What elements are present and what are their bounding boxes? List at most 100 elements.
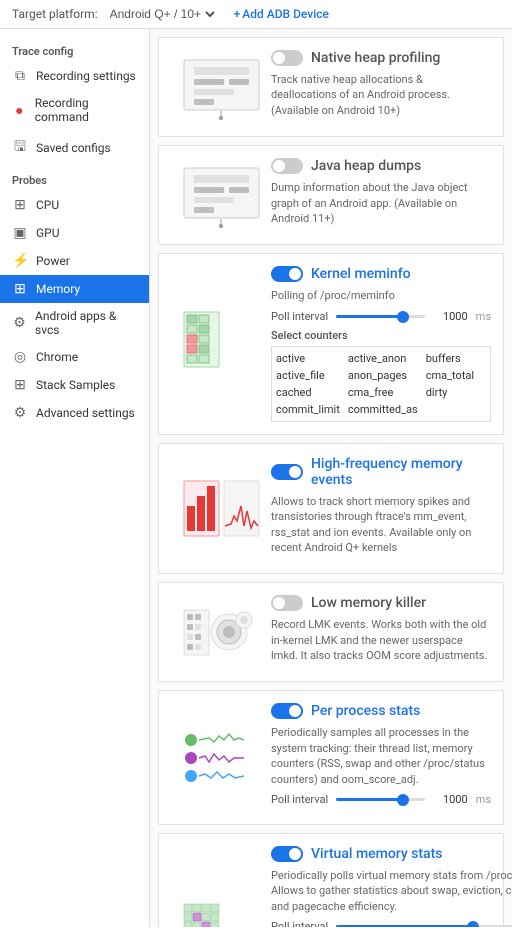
lmk-title[interactable]: Low memory killer bbox=[311, 595, 426, 611]
kernel-meminfo-desc: Polling of /proc/meminfo bbox=[271, 288, 491, 303]
vms-details: Virtual memory stats Periodically polls … bbox=[271, 846, 512, 927]
power-icon: ⚡ bbox=[12, 253, 28, 269]
kernel-poll-unit: ms bbox=[476, 310, 491, 323]
pps-poll-unit: ms bbox=[476, 793, 491, 806]
counter-dirty: dirty bbox=[426, 385, 486, 400]
kernel-counters-grid[interactable]: active active_anon buffers active_file a… bbox=[271, 346, 491, 422]
kernel-counters-label: Select counters bbox=[271, 329, 491, 342]
counter-active-anon: active_anon bbox=[348, 351, 418, 366]
chrome-icon: ◎ bbox=[12, 349, 28, 365]
main-content: Native heap profiling Track native heap … bbox=[150, 29, 512, 927]
java-heap-desc: Dump information about the Java object g… bbox=[271, 180, 491, 226]
lmk-desc: Record LMK events. Works both with the o… bbox=[271, 617, 491, 663]
kernel-meminfo-image bbox=[171, 266, 271, 421]
sidebar-item-advanced-settings[interactable]: ⚙ Advanced settings bbox=[0, 399, 149, 427]
java-heap-details: Java heap dumps Dump information about t… bbox=[271, 158, 491, 232]
sidebar-label: Recording settings bbox=[36, 69, 136, 83]
high-freq-image bbox=[171, 456, 271, 562]
vms-poll-interval: Poll interval 1000 ms bbox=[271, 920, 512, 927]
native-heap-card: Native heap profiling Track native heap … bbox=[158, 37, 504, 137]
high-freq-title[interactable]: High-frequency memory events bbox=[311, 456, 491, 488]
vms-poll-label: Poll interval bbox=[271, 920, 328, 927]
sidebar-item-android-apps[interactable]: ⚙ Android apps & svcs bbox=[0, 303, 149, 343]
pps-toggle[interactable] bbox=[271, 703, 303, 719]
lmk-image bbox=[171, 595, 271, 669]
java-heap-image bbox=[171, 158, 271, 232]
native-heap-details: Native heap profiling Track native heap … bbox=[271, 50, 491, 124]
sidebar-item-gpu[interactable]: ▣ GPU bbox=[0, 219, 149, 247]
counter-commit-limit: commit_limit bbox=[276, 402, 340, 417]
counter-committed-as: committed_as bbox=[348, 402, 418, 417]
pps-poll-label: Poll interval bbox=[271, 793, 328, 806]
java-heap-toggle[interactable] bbox=[271, 158, 303, 174]
gpu-icon: ▣ bbox=[12, 225, 28, 241]
advanced-icon: ⚙ bbox=[12, 405, 28, 421]
sidebar-item-chrome[interactable]: ◎ Chrome bbox=[0, 343, 149, 371]
cpu-icon: ⊞ bbox=[12, 197, 28, 213]
sidebar-label: Power bbox=[36, 254, 70, 268]
java-heap-title[interactable]: Java heap dumps bbox=[311, 158, 421, 174]
vms-desc: Periodically polls virtual memory stats … bbox=[271, 868, 512, 914]
sidebar-item-saved-configs[interactable]: 🖫 Saved configs bbox=[0, 130, 149, 166]
kernel-poll-value: 1000 bbox=[433, 310, 468, 323]
kernel-meminfo-title[interactable]: Kernel meminfo bbox=[311, 266, 411, 282]
sidebar-label: Saved configs bbox=[36, 141, 111, 155]
kernel-meminfo-details: Kernel meminfo Polling of /proc/meminfo … bbox=[271, 266, 491, 421]
pps-details: Per process stats Periodically samples a… bbox=[271, 703, 491, 812]
sidebar-item-recording-command[interactable]: ● Recording command bbox=[0, 90, 149, 130]
sidebar-item-recording-settings[interactable]: ⧉ Recording settings bbox=[0, 62, 149, 90]
counter-cma-total: cma_total bbox=[426, 368, 486, 383]
sidebar-label: Stack Samples bbox=[36, 378, 115, 392]
target-label: Target platform: bbox=[12, 7, 98, 21]
counter-buffers: buffers bbox=[426, 351, 486, 366]
kernel-counters: Select counters active active_anon buffe… bbox=[271, 329, 491, 422]
save-icon: 🖫 bbox=[12, 136, 28, 160]
vms-title[interactable]: Virtual memory stats bbox=[311, 846, 442, 862]
high-freq-toggle[interactable] bbox=[271, 464, 303, 480]
native-heap-image bbox=[171, 50, 271, 124]
counter-active: active bbox=[276, 351, 340, 366]
kernel-meminfo-toggle[interactable] bbox=[271, 266, 303, 282]
trace-config-label: Trace config bbox=[0, 37, 149, 62]
target-select[interactable]: Android Q+ / 10+ bbox=[106, 6, 218, 22]
lmk-details: Low memory killer Record LMK events. Wor… bbox=[271, 595, 491, 669]
counter-anon-pages: anon_pages bbox=[348, 368, 418, 383]
native-heap-title[interactable]: Native heap profiling bbox=[311, 50, 440, 66]
java-heap-card: Java heap dumps Dump information about t… bbox=[158, 145, 504, 245]
android-icon: ⚙ bbox=[12, 315, 27, 331]
top-bar: Target platform: Android Q+ / 10+ + Add … bbox=[0, 0, 512, 29]
sidebar-label: Memory bbox=[36, 282, 80, 296]
sidebar-label: Recording command bbox=[35, 96, 137, 124]
counter-active-file: active_file bbox=[276, 368, 340, 383]
sidebar-label: Android apps & svcs bbox=[35, 309, 137, 337]
vms-toggle[interactable] bbox=[271, 846, 303, 862]
add-device-button[interactable]: + Add ADB Device bbox=[234, 7, 329, 21]
sidebar-item-memory[interactable]: ⊞ Memory bbox=[0, 275, 149, 303]
stack-icon: ⊞ bbox=[12, 377, 28, 393]
lmk-card: Low memory killer Record LMK events. Wor… bbox=[158, 582, 504, 682]
pps-title[interactable]: Per process stats bbox=[311, 703, 420, 719]
sidebar-label: Advanced settings bbox=[36, 406, 135, 420]
native-heap-desc: Track native heap allocations & dealloca… bbox=[271, 72, 491, 118]
sidebar: Trace config ⧉ Recording settings ● Reco… bbox=[0, 29, 150, 927]
native-heap-toggle[interactable] bbox=[271, 50, 303, 66]
high-freq-card: High-frequency memory events Allows to t… bbox=[158, 443, 504, 575]
sidebar-item-stack-samples[interactable]: ⊞ Stack Samples bbox=[0, 371, 149, 399]
counter-cached: cached bbox=[276, 385, 340, 400]
sidebar-label: Chrome bbox=[36, 350, 78, 364]
high-freq-desc: Allows to track short memory spikes and … bbox=[271, 494, 491, 556]
probes-label: Probes bbox=[0, 166, 149, 191]
high-freq-details: High-frequency memory events Allows to t… bbox=[271, 456, 491, 562]
pps-desc: Periodically samples all processes in th… bbox=[271, 725, 491, 787]
pps-poll-value: 1000 bbox=[433, 793, 468, 806]
sidebar-item-cpu[interactable]: ⊞ CPU bbox=[0, 191, 149, 219]
kernel-poll-label: Poll interval bbox=[271, 310, 328, 323]
sliders-icon: ⧉ bbox=[12, 68, 28, 84]
vms-image bbox=[171, 846, 271, 927]
circle-icon: ● bbox=[12, 102, 27, 119]
memory-icon: ⊞ bbox=[12, 281, 28, 297]
plus-icon: + bbox=[234, 7, 241, 21]
counter-cma-free: cma_free bbox=[348, 385, 418, 400]
lmk-toggle[interactable] bbox=[271, 595, 303, 611]
sidebar-item-power[interactable]: ⚡ Power bbox=[0, 247, 149, 275]
